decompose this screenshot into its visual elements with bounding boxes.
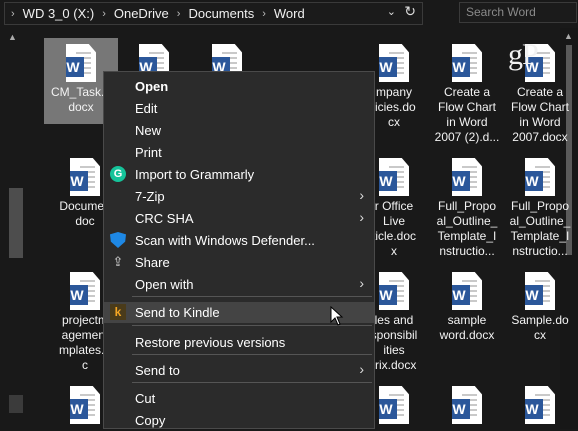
word-document-icon: W (66, 44, 96, 82)
menu-item-scan-with-windows-defender[interactable]: Scan with Windows Defender... (104, 230, 374, 251)
share-icon: ⇪ (112, 254, 124, 269)
menu-item-label: Edit (135, 101, 158, 116)
word-document-icon: W (452, 272, 482, 310)
menu-item-new[interactable]: New (104, 120, 374, 141)
menu-item-label: Share (135, 255, 170, 270)
watermark-logo: gP (508, 38, 539, 71)
word-document-icon: W (525, 386, 555, 424)
menu-item-label: 7-Zip (135, 189, 165, 204)
menu-item-label: New (135, 123, 162, 138)
breadcrumb-drive[interactable]: WD 3_0 (X:) (21, 6, 97, 21)
breadcrumb-separator: › (102, 7, 106, 20)
menu-item-label: Scan with Windows Defender... (135, 233, 315, 248)
file-name: sample word.docx (439, 313, 495, 342)
menu-item-label: Open (135, 79, 169, 94)
search-input[interactable]: Search Word (459, 2, 577, 23)
menu-item-edit[interactable]: Edit (104, 98, 374, 119)
menu-item-crc-sha[interactable]: CRC SHA › (104, 208, 374, 229)
file-item[interactable]: W (426, 380, 508, 427)
file-item[interactable]: W Full_Propo al_Outline_ Template_I nstructi… (426, 152, 508, 259)
file-name: Full_Propo al_Outline_ Template_I nstructio… (436, 199, 498, 258)
menu-separator (132, 296, 372, 297)
breadcrumb-separator: › (11, 7, 15, 20)
word-document-icon: W (70, 386, 100, 424)
menu-item-label: Print (135, 145, 162, 160)
chevron-down-icon[interactable]: ⌄ (387, 5, 396, 18)
context-menu: Open Edit New Print G Import to Grammarly 7-Zi… (103, 71, 375, 429)
menu-item-open-with[interactable]: Open with › (104, 274, 374, 295)
word-document-icon: W (70, 158, 100, 196)
nav-scrollbar-track[interactable] (9, 395, 23, 413)
menu-item-cut[interactable]: Cut (104, 388, 374, 409)
menu-separator (132, 354, 372, 355)
menu-item-share[interactable]: ⇪ Share (104, 252, 374, 273)
nav-scrollbar-thumb[interactable] (9, 188, 23, 258)
file-item[interactable]: W Sample.do cx (499, 266, 578, 343)
menu-separator (132, 382, 372, 383)
word-document-icon: W (379, 44, 409, 82)
file-name: Sample.do cx (511, 313, 569, 342)
menu-item-label: Copy (135, 413, 166, 428)
file-name: Create a Flow Chart in Word 2007 (2).d... (434, 85, 500, 144)
breadcrumb-word[interactable]: Word (272, 6, 307, 21)
breadcrumb-separator: › (176, 7, 181, 20)
file-item[interactable]: W (499, 380, 578, 427)
word-document-icon: W (379, 158, 409, 196)
breadcrumb-separator: › (262, 7, 266, 20)
menu-item-print[interactable]: Print (104, 142, 374, 163)
file-item[interactable]: W Create a Flow Chart in Word 2007 (2).d... (426, 38, 508, 145)
word-document-icon: W (525, 272, 555, 310)
word-document-icon: W (452, 158, 482, 196)
file-item[interactable]: Wsample word.docx (426, 266, 508, 343)
address-bar[interactable]: › WD 3_0 (X:) › OneDrive › Documents › W… (4, 2, 423, 25)
word-document-icon: W (452, 44, 482, 82)
menu-item-open[interactable]: Open (104, 76, 374, 97)
breadcrumb-onedrive[interactable]: OneDrive (112, 6, 171, 21)
submenu-arrow-icon: › (359, 275, 364, 291)
mouse-pointer-icon (330, 306, 344, 326)
menu-item-label: Import to Grammarly (135, 167, 255, 182)
file-name: Full_Propo al_Outline_ Template_I nstructio… (509, 199, 571, 258)
word-document-icon: W (525, 158, 555, 196)
word-document-icon: W (70, 272, 100, 310)
submenu-arrow-icon: › (359, 209, 364, 225)
menu-item-label: Restore previous versions (135, 335, 286, 350)
grammarly-icon: G (110, 166, 126, 182)
menu-item-label: CRC SHA (135, 211, 194, 226)
file-item[interactable]: W Full_Propo al_Outline_ Template_I nstructi… (499, 152, 578, 259)
breadcrumb-documents[interactable]: Documents (186, 6, 256, 21)
menu-item-restore-previous-versions[interactable]: Restore previous versions (104, 332, 374, 353)
file-name: Create a Flow Chart in Word 2007.docx (510, 85, 569, 144)
menu-item-label: Send to (135, 363, 180, 378)
menu-item-import-to-grammarly[interactable]: G Import to Grammarly (104, 164, 374, 185)
defender-shield-icon (110, 232, 126, 248)
address-bar-region: › WD 3_0 (X:) › OneDrive › Documents › W… (0, 0, 578, 27)
refresh-icon[interactable]: ↻ (404, 3, 416, 20)
menu-item-label: Send to Kindle (135, 305, 220, 320)
word-document-icon: W (452, 386, 482, 424)
submenu-arrow-icon: › (359, 361, 364, 377)
scroll-up-arrow-icon[interactable]: ▲ (8, 32, 17, 42)
menu-item-send-to[interactable]: Send to › (104, 360, 374, 381)
menu-item-7-zip[interactable]: 7-Zip › (104, 186, 374, 207)
menu-item-label: Open with (135, 277, 194, 292)
word-document-icon: W (379, 386, 409, 424)
menu-item-label: Cut (135, 391, 156, 406)
submenu-arrow-icon: › (359, 187, 364, 203)
kindle-icon: k (110, 304, 126, 320)
word-document-icon: W (379, 272, 409, 310)
menu-item-copy[interactable]: Copy (104, 410, 374, 431)
